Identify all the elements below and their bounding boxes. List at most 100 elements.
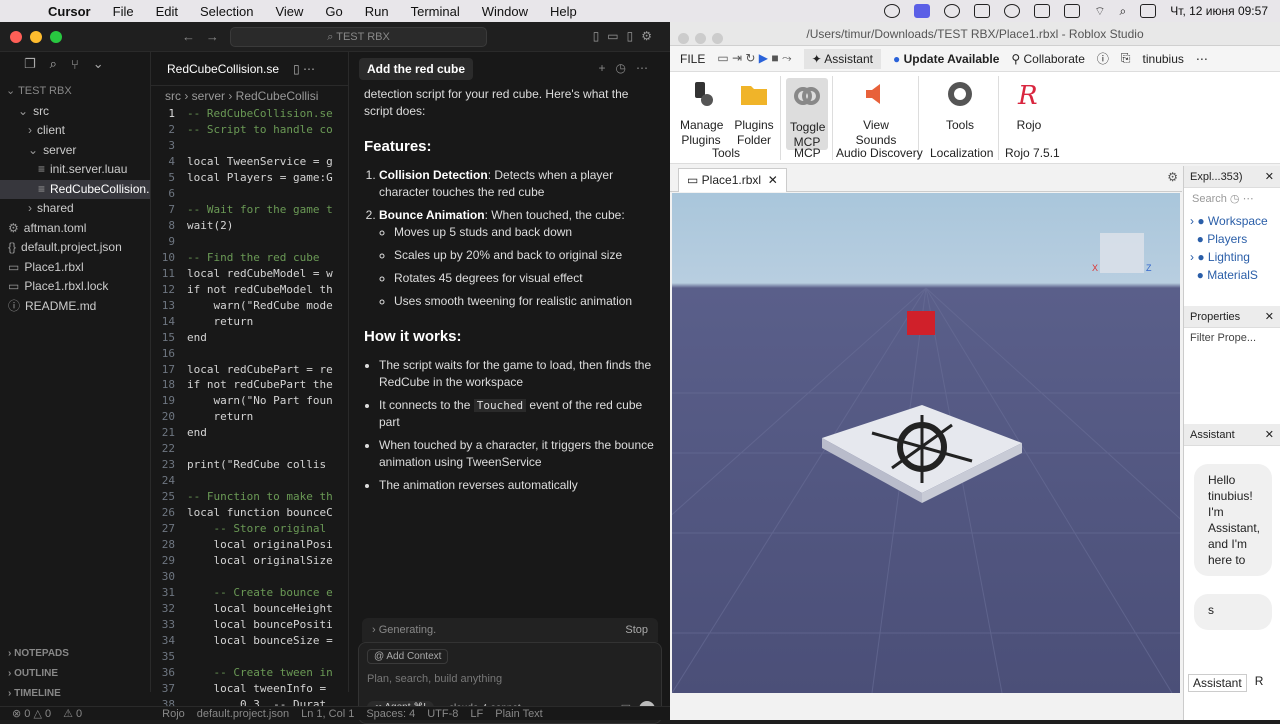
code-line[interactable]: 34 local bounceSize =	[151, 633, 348, 649]
user-name[interactable]: tinubius	[1143, 52, 1184, 66]
code-line[interactable]: 8 wait(2)	[151, 218, 348, 234]
plugins-folder-button[interactable]: Plugins Folder	[734, 78, 774, 148]
close-window-button[interactable]	[10, 30, 22, 43]
stop-button[interactable]: Stop	[625, 618, 648, 642]
wifi-icon[interactable]: ⌔	[1094, 4, 1105, 19]
code-line[interactable]: 36 -- Create tween in	[151, 665, 348, 681]
menu-terminal[interactable]: Terminal	[411, 4, 460, 19]
menu-go[interactable]: Go	[325, 4, 342, 19]
status-icon-3[interactable]	[974, 4, 991, 18]
spotlight-icon[interactable]: ⌕	[1120, 4, 1127, 19]
code-line[interactable]: 2 -- Script to handle co	[151, 122, 348, 138]
collaborate-button[interactable]: ⚲ Collaborate	[1011, 52, 1085, 66]
code-line[interactable]: 24	[151, 473, 348, 489]
menu-selection[interactable]: Selection	[200, 4, 253, 19]
status-eol[interactable]: LF	[470, 708, 483, 720]
tree-item-players[interactable]: ● Players	[1190, 230, 1280, 248]
tree-item-lighting[interactable]: › ● Lighting	[1190, 248, 1280, 266]
view-sounds-button[interactable]: View Sounds	[854, 78, 898, 148]
code-line[interactable]: 19 warn("No Part foun	[151, 393, 348, 409]
split-editor-icon[interactable]: ▯ ⋯	[293, 62, 315, 76]
code-line[interactable]: 5 local Players = game:G	[151, 170, 348, 186]
code-line[interactable]: 13 warn("RedCube mode	[151, 298, 348, 314]
rojo-button[interactable]: R Rojo	[1014, 78, 1044, 133]
properties-filter[interactable]: Filter Prope...	[1184, 330, 1262, 346]
layout-toggle-icons[interactable]: ▯▭▯⚙	[593, 29, 660, 43]
zoom-window-button[interactable]	[50, 30, 62, 43]
explorer-search[interactable]: Search ◷ ⋯	[1184, 188, 1280, 212]
explorer-panel-header[interactable]: Expl...353) ✕	[1184, 166, 1280, 188]
status-rojo[interactable]: Rojo	[162, 708, 185, 720]
code-line[interactable]: 20 return	[151, 409, 348, 425]
menu-window[interactable]: Window	[482, 4, 528, 19]
tree-item-material[interactable]: ● MaterialS	[1190, 266, 1280, 284]
status-icon-1[interactable]	[884, 4, 901, 18]
status-position[interactable]: Ln 1, Col 1	[301, 708, 354, 720]
menu-edit[interactable]: Edit	[156, 4, 178, 19]
code-line[interactable]: 35	[151, 649, 348, 665]
properties-panel-header[interactable]: Properties ✕	[1184, 306, 1280, 328]
code-line[interactable]: 22	[151, 441, 348, 457]
menu-help[interactable]: Help	[550, 4, 577, 19]
code-line[interactable]: 4 local TweenService = g	[151, 154, 348, 170]
clock[interactable]: Чт, 12 июня 09:57	[1170, 4, 1268, 18]
warnings-count[interactable]: ⚠ 0	[63, 707, 82, 720]
explorer-file[interactable]: ≡ init.server.luau	[0, 160, 150, 180]
code-area[interactable]: 1 -- RedCubeCollision.se 2 -- Script to han…	[151, 106, 348, 713]
code-line[interactable]: 33 local bouncePositi	[151, 617, 348, 633]
code-line[interactable]: 18 if not redCubePart the	[151, 377, 348, 393]
explorer-file[interactable]: ▭ Place1.rbxl.lock	[0, 277, 150, 297]
search-icon[interactable]: ⌕	[50, 56, 57, 72]
code-line[interactable]: 1 -- RedCubeCollision.se	[151, 106, 348, 122]
menu-run[interactable]: Run	[365, 4, 389, 19]
more-icon[interactable]: ⋯	[1196, 52, 1208, 66]
code-line[interactable]: 10 -- Find the red cube	[151, 250, 348, 266]
battery-icon[interactable]	[1064, 4, 1081, 18]
explorer-file[interactable]: ≡ RedCubeCollision...	[0, 179, 150, 199]
3d-viewport[interactable]: XZ	[672, 193, 1180, 693]
code-line[interactable]: 17 local redCubePart = re	[151, 362, 348, 378]
breadcrumb[interactable]: src › server › RedCubeCollisi	[151, 86, 348, 106]
explorer-file[interactable]: ▭ Place1.rbxl	[0, 258, 150, 278]
r-tab[interactable]: R	[1255, 674, 1264, 692]
explorer-root[interactable]: ⌄ TEST RBX	[0, 82, 150, 102]
code-line[interactable]: 3	[151, 138, 348, 154]
chat-header-icons[interactable]: +◷⋯	[599, 61, 658, 75]
files-icon[interactable]: ❐	[24, 56, 36, 72]
assistant-panel-header[interactable]: Assistant ✕	[1184, 424, 1280, 446]
help-icon[interactable]: ⓘ	[1097, 50, 1109, 67]
code-line[interactable]: 14 return	[151, 314, 348, 330]
keyboard-layout-icon[interactable]	[1034, 4, 1051, 18]
outline-section[interactable]: › OUTLINE	[0, 668, 150, 679]
code-line[interactable]: 27 -- Store original	[151, 521, 348, 537]
timeline-section[interactable]: › TIMELINE	[0, 688, 150, 699]
nav-arrows[interactable]: ← →	[182, 29, 219, 44]
explorer-file[interactable]: ⚙ aftman.toml	[0, 219, 150, 239]
code-line[interactable]: 31 -- Create bounce e	[151, 585, 348, 601]
assistant-tab[interactable]: Assistant	[1188, 674, 1247, 692]
editor-tab[interactable]: RedCubeCollision.se ▯ ⋯	[151, 52, 348, 86]
play-icon[interactable]	[1004, 4, 1021, 18]
command-search[interactable]: ⌕ TEST RBX	[230, 27, 487, 47]
status-encoding[interactable]: UTF-8	[427, 708, 458, 720]
status-spaces[interactable]: Spaces: 4	[366, 708, 415, 720]
source-control-icon[interactable]: ⑂	[71, 57, 79, 72]
place-tab[interactable]: ▭ Place1.rbxl ✕	[678, 168, 787, 192]
file-menu[interactable]: FILE	[680, 52, 705, 66]
code-line[interactable]: 21 end	[151, 425, 348, 441]
gear-icon[interactable]: ⚙	[1167, 170, 1178, 184]
code-line[interactable]: 7 -- Wait for the game t	[151, 202, 348, 218]
tree-item-workspace[interactable]: › ● Workspace	[1190, 212, 1280, 230]
chevron-down-icon[interactable]: ⌄	[93, 56, 104, 72]
add-context-button[interactable]: @ Add Context	[367, 649, 449, 664]
code-line[interactable]: 11 local redCubeModel = w	[151, 266, 348, 282]
status-language[interactable]: Plain Text	[495, 708, 543, 720]
toolbar-icons[interactable]: ▭ ⇥ ↻ ▶ ■ ⤳	[717, 51, 791, 66]
update-available-button[interactable]: ● Update Available	[893, 52, 999, 66]
screen-record-icon[interactable]	[914, 4, 931, 18]
code-line[interactable]: 32 local bounceHeight	[151, 601, 348, 617]
manage-plugins-button[interactable]: Manage Plugins	[680, 78, 723, 148]
explorer-file[interactable]: {} default.project.json	[0, 238, 150, 258]
code-line[interactable]: 9	[151, 234, 348, 250]
status-icon-2[interactable]	[944, 4, 961, 18]
